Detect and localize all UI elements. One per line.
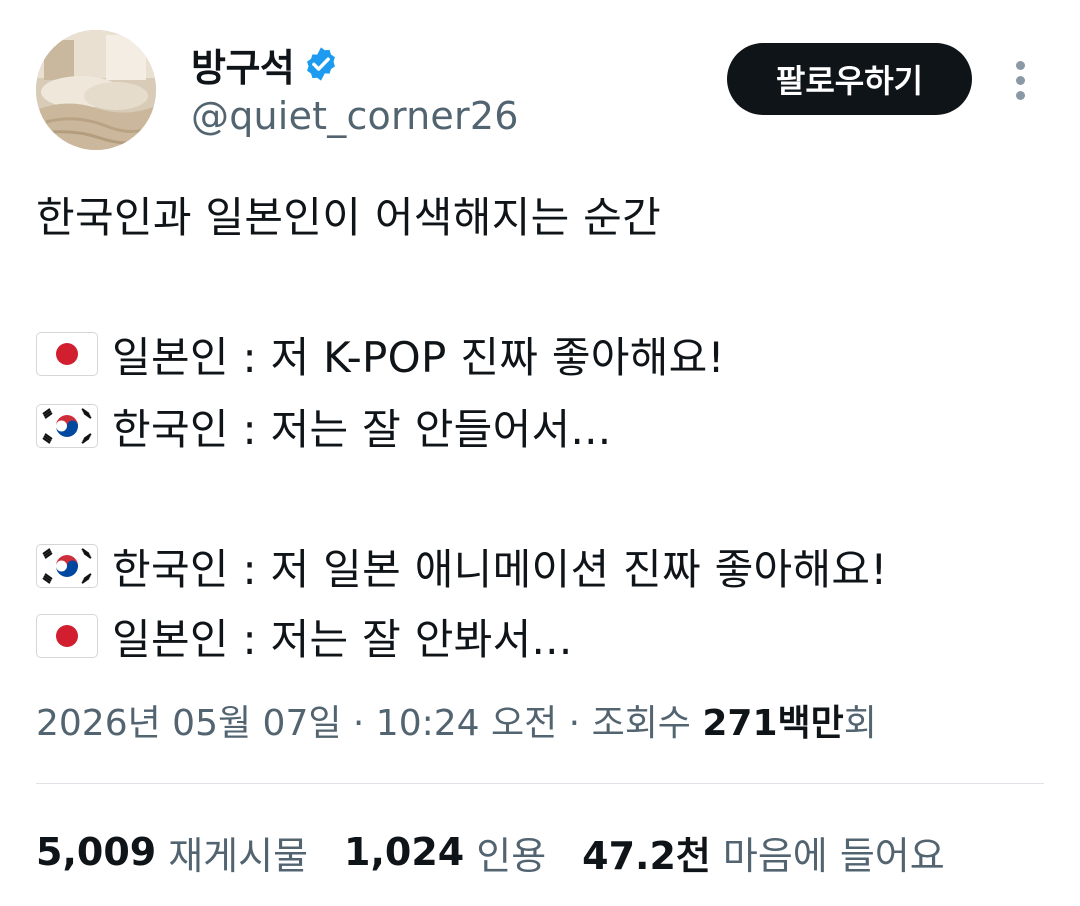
- tweet-title: 한국인과 일본인이 어색해지는 순간: [36, 192, 662, 242]
- user-handle[interactable]: @quiet_corner26: [191, 94, 519, 138]
- tweet-line: 한국인 : 저 일본 애니메이션 진짜 좋아해요!: [36, 536, 887, 596]
- retweets-stat[interactable]: 5,009 재게시물: [36, 825, 308, 880]
- retweets-label: 재게시물: [168, 833, 309, 878]
- korea-flag-icon: [36, 544, 98, 588]
- verified-badge-icon: [302, 45, 340, 83]
- follow-button[interactable]: 팔로우하기: [727, 43, 972, 115]
- korea-flag-icon: [36, 404, 98, 448]
- tweet-meta: 2026년 05월 07일 · 10:24 오전 · 조회수 271백만 회: [36, 692, 877, 748]
- tweet-line-text: 일본인 : 저는 잘 안봐서...: [112, 614, 573, 664]
- engagement-stats: 5,009 재게시물 1,024 인용 47.2천 마음에 들어요: [36, 824, 981, 880]
- quotes-count: 1,024: [344, 830, 465, 874]
- quotes-label: 인용: [476, 833, 547, 878]
- tweet-line-text: 한국인 : 저 일본 애니메이션 진짜 좋아해요!: [112, 544, 888, 594]
- tweet-detail: 방구석 @quiet_corner26 팔로우하기 한국인과 일본인이 어색해지…: [0, 0, 1080, 906]
- tweet-line: 한국인 : 저는 잘 안들어서...: [36, 396, 611, 456]
- bedroom-photo-avatar: [36, 30, 156, 150]
- likes-stat[interactable]: 47.2천 마음에 들어요: [582, 825, 945, 880]
- likes-label: 마음에 들어요: [722, 833, 945, 878]
- view-count[interactable]: 271백만: [702, 694, 843, 746]
- tweet-timestamp[interactable]: 2026년 05월 07일 · 10:24 오전 · 조회수: [36, 694, 702, 746]
- view-count-suffix: 회: [843, 703, 877, 744]
- avatar[interactable]: [36, 30, 156, 150]
- likes-count: 47.2천: [582, 833, 711, 878]
- tweet-line-text: 일본인 : 저 K-POP 진짜 좋아해요!: [112, 332, 725, 382]
- more-options-button[interactable]: [1004, 56, 1036, 104]
- retweets-count: 5,009: [36, 830, 157, 874]
- tweet-line: 일본인 : 저 K-POP 진짜 좋아해요!: [36, 324, 725, 384]
- japan-flag-icon: [36, 332, 98, 376]
- tweet-line: 일본인 : 저는 잘 안봐서...: [36, 606, 572, 666]
- display-name-text: 방구석: [191, 45, 295, 90]
- more-vertical-icon: [1015, 75, 1025, 85]
- tweet-line-text: 한국인 : 저는 잘 안들어서...: [112, 404, 612, 454]
- display-name[interactable]: 방구석: [191, 36, 340, 92]
- more-vertical-icon: [1015, 90, 1025, 100]
- divider: [36, 783, 1044, 784]
- quotes-stat[interactable]: 1,024 인용: [344, 825, 546, 880]
- japan-flag-icon: [36, 614, 98, 658]
- more-vertical-icon: [1015, 60, 1025, 70]
